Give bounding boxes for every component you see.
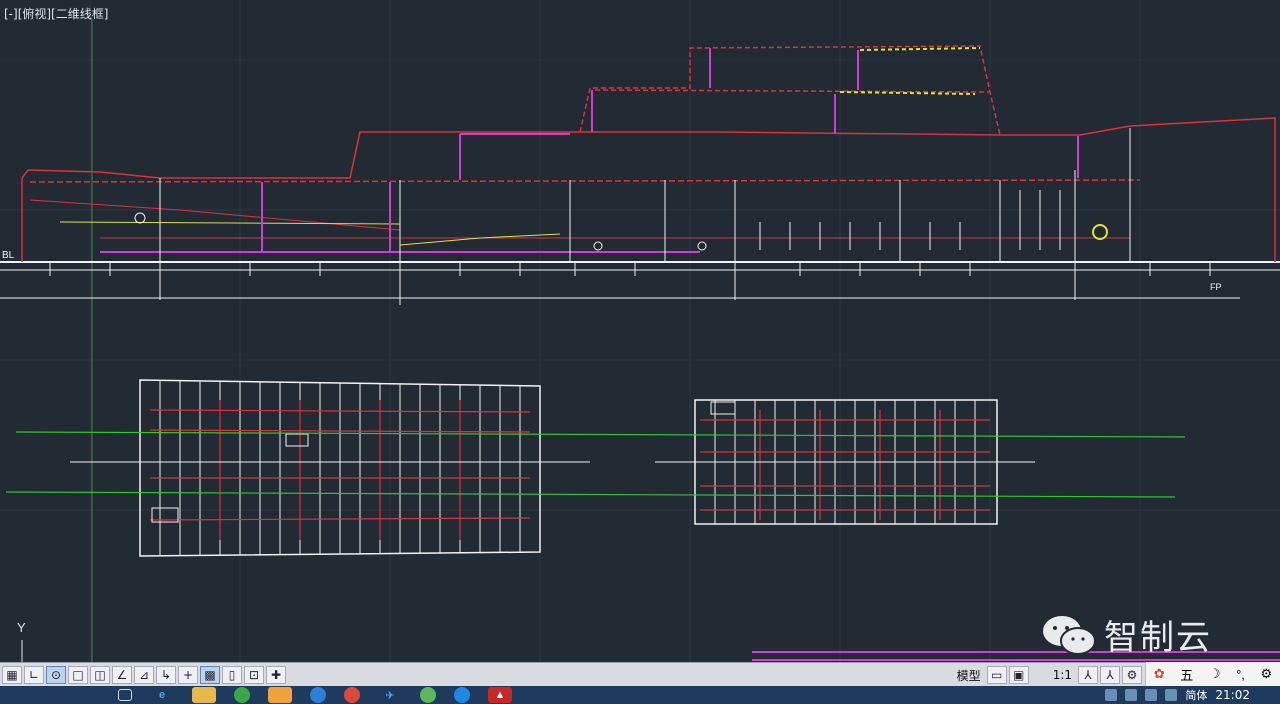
taskbar: e ✈ ▲ 简体 21:02 — [0, 686, 1280, 704]
ime-toolbar[interactable]: ✿ 五 ☽ °, ⚙ — [1145, 662, 1280, 686]
annotation-visibility-icon[interactable]: ⅄ — [1078, 666, 1098, 684]
am-icon[interactable]: ✚ — [266, 666, 286, 684]
system-tray: 简体 21:02 — [1105, 687, 1280, 703]
app-bird-icon[interactable] — [310, 687, 326, 703]
auto-scale-icon[interactable]: ⅄ — [1100, 666, 1120, 684]
autocad-icon[interactable]: ▲ — [488, 687, 512, 703]
app-orange-icon[interactable] — [268, 687, 292, 703]
polar-icon[interactable]: □ — [68, 666, 88, 684]
otrack-icon[interactable]: ∠ — [112, 666, 132, 684]
gear-icon[interactable]: ⚙ — [1260, 666, 1272, 682]
tray-app-icon[interactable] — [1125, 689, 1138, 701]
quickview-icon[interactable]: ▣ — [1008, 666, 1029, 684]
app-green-icon[interactable] — [234, 687, 250, 703]
status-bar: ▦ ∟ ⊙ □ ◫ ∠ ⊿ ↳ + ▩ ▯ ⊡ ✚ 模型 ▭ ▣ 1:1 ⅄ ⅄… — [0, 662, 1280, 687]
paw-icon[interactable]: ✿ — [1154, 666, 1165, 682]
lwt-icon[interactable]: + — [178, 666, 198, 684]
grid-icon[interactable]: ▦ — [2, 666, 22, 684]
chrome-icon[interactable] — [344, 687, 360, 703]
layout-icon[interactable]: ▭ — [986, 666, 1007, 684]
ime-mode[interactable]: 五 — [1180, 665, 1193, 684]
model-tab[interactable]: 模型 — [953, 667, 985, 684]
qp-icon[interactable]: ▯ — [222, 666, 242, 684]
viewport-label[interactable]: [-][俯视][二维线框] — [4, 5, 108, 22]
clock[interactable]: 21:02 — [1215, 688, 1250, 702]
tray-volume-icon[interactable] — [1165, 689, 1178, 701]
fp-label: FP — [1210, 282, 1222, 292]
sc-icon[interactable]: ⊡ — [244, 666, 264, 684]
folder-icon[interactable] — [192, 687, 216, 703]
ducs-icon[interactable]: ⊿ — [134, 666, 154, 684]
cad-drawing[interactable]: BL FP Y — [0, 0, 1280, 662]
green-reference-lines — [5, 431, 1186, 498]
wechat-logo-icon — [1043, 615, 1096, 655]
plane-icon[interactable]: ✈ — [378, 687, 402, 703]
ship-profile — [0, 45, 1280, 305]
ie-icon[interactable]: e — [150, 687, 174, 703]
language-indicator[interactable]: 简体 — [1185, 687, 1207, 703]
snap-icon[interactable]: ∟ — [24, 666, 44, 684]
deck-plan-left — [139, 379, 541, 557]
baseline-label: BL — [2, 250, 15, 261]
background-grid — [0, 0, 1280, 662]
watermark-text: 智制云 — [1104, 618, 1212, 658]
osnap-icon[interactable]: ◫ — [90, 666, 110, 684]
window-icon[interactable] — [118, 689, 132, 701]
watermark: 智制云 — [1040, 610, 1212, 659]
moon-icon[interactable]: ☽ — [1209, 666, 1221, 682]
ortho-icon[interactable]: ⊙ — [46, 666, 66, 684]
tray-app-icon[interactable] — [1105, 689, 1118, 701]
drawing-canvas[interactable]: BL FP Y [-][俯视][二维线框] 智制云 — [0, 0, 1280, 662]
tp-icon[interactable]: ▩ — [200, 666, 220, 684]
tray-network-icon[interactable] — [1145, 689, 1158, 701]
app-blue-icon[interactable] — [454, 687, 470, 703]
annotation-scale[interactable]: 1:1 — [1049, 668, 1076, 682]
workspace-gear-icon[interactable]: ⚙ — [1122, 666, 1142, 684]
punct-icon[interactable]: °, — [1236, 667, 1245, 682]
ucs-y-label: Y — [17, 620, 26, 635]
dyn-icon[interactable]: ↳ — [156, 666, 176, 684]
app-leaf-icon[interactable] — [420, 687, 436, 703]
